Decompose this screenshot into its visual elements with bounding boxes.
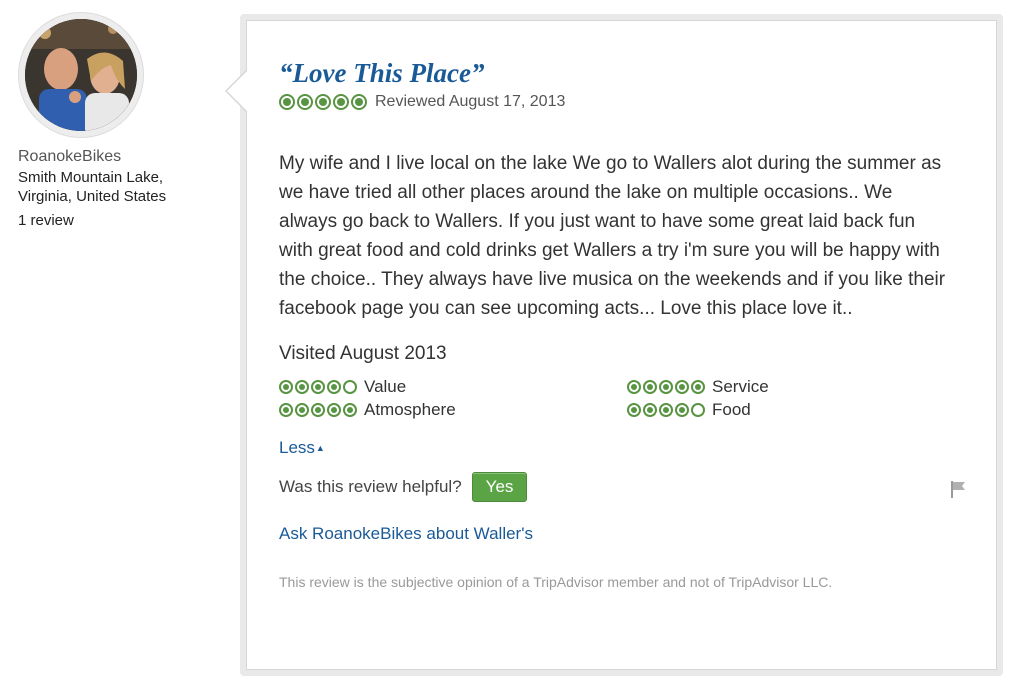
subrating-atmosphere-bubbles [279,403,357,417]
rating-bubble-icon [327,380,341,394]
rating-bubble-icon [333,94,349,110]
rating-bubble-icon [279,403,293,417]
flag-icon[interactable] [947,478,969,500]
subratings-grid: Value Service Atmosphere Food [279,377,959,420]
rating-bubble-icon [691,403,705,417]
rating-bubble-icon [691,380,705,394]
rating-bubble-icon [279,94,295,110]
helpful-question: Was this review helpful? [279,477,462,496]
subrating-value: Value [279,377,627,397]
rating-bubble-icon [659,380,673,394]
rating-bubble-icon [295,403,309,417]
subrating-food-label: Food [712,400,751,419]
less-link[interactable]: Less ▲ [279,438,325,458]
subrating-food-bubbles [627,403,705,417]
overall-rating-bubbles [279,94,367,110]
subrating-service: Service [627,377,947,397]
rating-bubble-icon [311,403,325,417]
subrating-value-bubbles [279,380,357,394]
rating-bubble-icon [343,380,357,394]
rating-bubble-icon [351,94,367,110]
review-card: “Love This Place” Reviewed August 17, 20… [225,20,997,670]
rating-bubble-icon [643,380,657,394]
review-title[interactable]: “Love This Place” [279,57,959,89]
rating-bubble-icon [279,380,293,394]
rating-bubble-icon [627,403,641,417]
helpful-yes-button[interactable]: Yes [471,472,528,502]
reviewer-username[interactable]: RoanokeBikes [18,148,228,166]
less-link-label[interactable]: Less [279,438,315,458]
rating-bubble-icon [297,94,313,110]
rating-bubble-icon [659,403,673,417]
rating-bubble-icon [311,380,325,394]
review-disclaimer: This review is the subjective opinion of… [279,574,833,590]
avatar-photo [25,19,137,131]
review-content: “Love This Place” Reviewed August 17, 20… [279,57,965,590]
rating-bubble-icon [315,94,331,110]
subrating-value-label: Value [364,377,407,396]
avatar-frame[interactable] [18,12,144,138]
avatar[interactable] [25,19,137,131]
visited-date: Visited August 2013 [279,343,447,364]
review-body: My wife and I live local on the lake We … [279,153,946,319]
subrating-atmosphere: Atmosphere [279,400,627,420]
reviewed-date: Reviewed August 17, 2013 [375,93,566,110]
rating-bubble-icon [343,403,357,417]
subrating-service-bubbles [627,380,705,394]
rating-bubble-icon [627,380,641,394]
review-rating-row: Reviewed August 17, 2013 [279,93,959,111]
subrating-service-label: Service [712,377,769,396]
caret-up-icon[interactable]: ▲ [316,443,325,453]
rating-bubble-icon [327,403,341,417]
reviewer-review-count[interactable]: 1 review [18,212,228,229]
review-card-container: “Love This Place” Reviewed August 17, 20… [225,14,1003,676]
rating-bubble-icon [295,380,309,394]
rating-bubble-icon [643,403,657,417]
subrating-atmosphere-label: Atmosphere [364,400,456,419]
subrating-food: Food [627,400,947,420]
rating-bubble-icon [675,403,689,417]
ask-reviewer-link[interactable]: Ask RoanokeBikes about Waller's [279,524,959,544]
helpful-row: Was this review helpful? Yes [279,472,969,502]
reviewer-location: Smith Mountain Lake, Virginia, United St… [18,169,167,205]
rating-bubble-icon [675,380,689,394]
reviewer-profile: RoanokeBikes Smith Mountain Lake, Virgin… [18,12,228,229]
